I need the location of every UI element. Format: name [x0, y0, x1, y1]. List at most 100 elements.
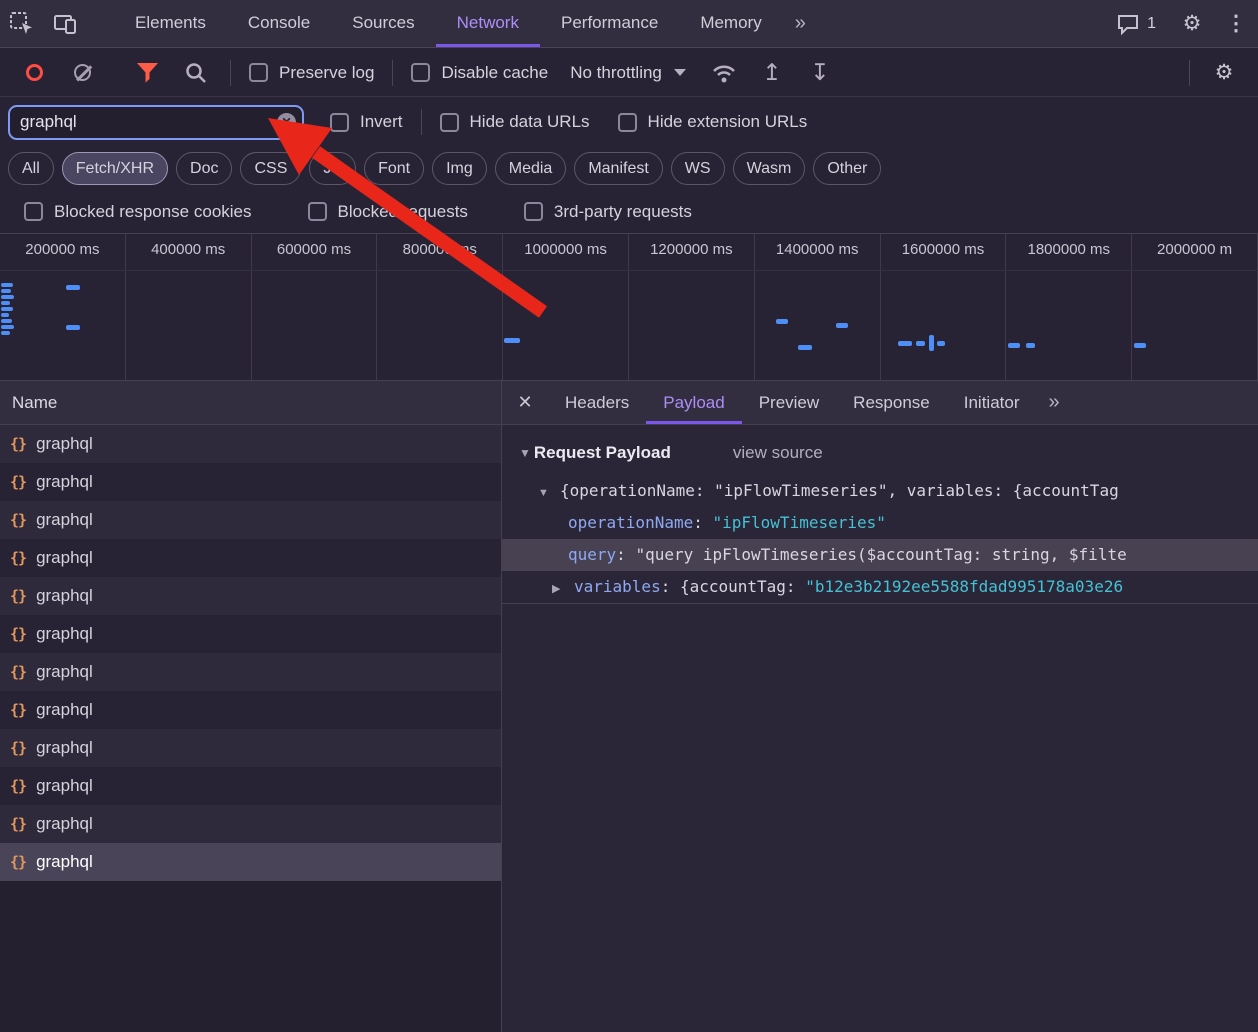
- search-icon: [184, 61, 208, 85]
- filter-chip-js[interactable]: JS: [309, 152, 356, 185]
- tab-performance[interactable]: Performance: [540, 0, 679, 47]
- network-conditions-button[interactable]: [700, 49, 748, 97]
- filter-chip-media[interactable]: Media: [495, 152, 567, 185]
- more-tabs-icon[interactable]: »: [783, 12, 818, 35]
- details-panel: ✕ HeadersPayloadPreviewResponseInitiator…: [502, 381, 1258, 1032]
- filter-chip-font[interactable]: Font: [364, 152, 424, 185]
- kebab-menu-icon[interactable]: ⋮: [1214, 0, 1258, 48]
- tab-console[interactable]: Console: [227, 0, 331, 47]
- tab-elements[interactable]: Elements: [114, 0, 227, 47]
- request-name: graphql: [36, 510, 93, 530]
- record-button[interactable]: [10, 49, 58, 97]
- details-tab-payload[interactable]: Payload: [646, 381, 741, 424]
- blocked-response-cookies-checkbox[interactable]: [24, 202, 43, 221]
- inspect-element-button[interactable]: [0, 0, 44, 48]
- request-row[interactable]: {}graphql: [0, 615, 501, 653]
- payload-tree-row[interactable]: query: "query ipFlowTimeseries($accountT…: [502, 539, 1258, 571]
- hide-data-urls-label: Hide data URLs: [470, 112, 590, 132]
- filter-chip-fetch-xhr[interactable]: Fetch/XHR: [62, 152, 168, 185]
- request-bar: [776, 319, 788, 324]
- request-bar: [1026, 343, 1035, 348]
- invert-checkbox[interactable]: [330, 113, 349, 132]
- disable-cache-checkbox[interactable]: [411, 63, 430, 82]
- request-row[interactable]: {}graphql: [0, 843, 501, 881]
- request-bar: [916, 341, 925, 346]
- filter-input[interactable]: [8, 105, 304, 140]
- details-tab-headers[interactable]: Headers: [548, 381, 646, 424]
- settings-gear-icon[interactable]: ⚙: [1170, 0, 1214, 48]
- filter-chip-css[interactable]: CSS: [240, 152, 301, 185]
- search-button[interactable]: [172, 49, 220, 97]
- details-more-tabs-icon[interactable]: »: [1036, 381, 1071, 424]
- issues-button[interactable]: 1: [1116, 12, 1156, 36]
- name-column-header[interactable]: Name: [0, 381, 501, 425]
- request-row[interactable]: {}graphql: [0, 501, 501, 539]
- request-name: graphql: [36, 624, 93, 644]
- collapse-triangle-icon[interactable]: ▼: [519, 446, 531, 460]
- hide-extension-urls-label: Hide extension URLs: [648, 112, 808, 132]
- tab-network[interactable]: Network: [436, 0, 540, 47]
- divider: [230, 60, 231, 86]
- disable-cache-toggle[interactable]: Disable cache: [411, 63, 548, 83]
- issues-count: 1: [1147, 15, 1156, 33]
- filter-chip-doc[interactable]: Doc: [176, 152, 232, 185]
- request-row[interactable]: {}graphql: [0, 577, 501, 615]
- record-icon: [26, 64, 43, 81]
- filter-chip-other[interactable]: Other: [813, 152, 881, 185]
- preserve-log-toggle[interactable]: Preserve log: [249, 63, 374, 83]
- request-bar: [1008, 343, 1020, 348]
- payload-tree-row[interactable]: ▼{operationName: "ipFlowTimeseries", var…: [502, 475, 1258, 507]
- request-bar: [1, 313, 9, 317]
- details-tab-preview[interactable]: Preview: [742, 381, 836, 424]
- hide-extension-urls-checkbox[interactable]: [618, 113, 637, 132]
- disclosure-triangle[interactable]: ▶: [552, 573, 574, 603]
- clear-button[interactable]: [58, 49, 106, 97]
- network-settings-gear-icon[interactable]: ⚙: [1200, 49, 1248, 97]
- filter-chip-wasm[interactable]: Wasm: [733, 152, 806, 185]
- request-row[interactable]: {}graphql: [0, 463, 501, 501]
- request-bar: [1, 295, 14, 299]
- disclosure-triangle[interactable]: ▼: [538, 477, 560, 507]
- timeline-overview[interactable]: 200000 ms400000 ms600000 ms800000 ms1000…: [0, 233, 1258, 381]
- view-source-link[interactable]: view source: [733, 443, 823, 463]
- request-row[interactable]: {}graphql: [0, 425, 501, 463]
- payload-text: :: [616, 545, 635, 564]
- tab-sources[interactable]: Sources: [331, 0, 435, 47]
- hide-data-urls-checkbox[interactable]: [440, 113, 459, 132]
- request-row[interactable]: {}graphql: [0, 691, 501, 729]
- blocked-requests-toggle[interactable]: Blocked requests: [308, 202, 468, 222]
- filter-chip-ws[interactable]: WS: [671, 152, 725, 185]
- preserve-log-checkbox[interactable]: [249, 63, 268, 82]
- blocked-requests-checkbox[interactable]: [308, 202, 327, 221]
- close-details-icon[interactable]: ✕: [502, 381, 548, 424]
- clear-filter-icon[interactable]: ✕: [277, 113, 296, 132]
- filter-chip-img[interactable]: Img: [432, 152, 487, 185]
- filter-chip-all[interactable]: All: [8, 152, 54, 185]
- request-list: {}graphql{}graphql{}graphql{}graphql{}gr…: [0, 425, 501, 881]
- filter-chip-manifest[interactable]: Manifest: [574, 152, 662, 185]
- 3rd-party-requests-checkbox[interactable]: [524, 202, 543, 221]
- request-row[interactable]: {}graphql: [0, 729, 501, 767]
- request-name: graphql: [36, 852, 93, 872]
- json-braces-icon: {}: [10, 587, 26, 605]
- device-toolbar-button[interactable]: [44, 0, 88, 48]
- throttling-select[interactable]: No throttling: [570, 63, 686, 83]
- payload-tree-row[interactable]: operationName: "ipFlowTimeseries": [502, 507, 1258, 539]
- details-tab-initiator[interactable]: Initiator: [947, 381, 1037, 424]
- request-row[interactable]: {}graphql: [0, 539, 501, 577]
- request-row[interactable]: {}graphql: [0, 767, 501, 805]
- details-tab-response[interactable]: Response: [836, 381, 947, 424]
- blocked-response-cookies-toggle[interactable]: Blocked response cookies: [24, 202, 252, 222]
- hide-data-urls-toggle[interactable]: Hide data URLs: [440, 112, 590, 132]
- tab-memory[interactable]: Memory: [679, 0, 782, 47]
- export-har-icon[interactable]: ↧: [796, 49, 844, 97]
- filter-button[interactable]: [124, 49, 172, 97]
- 3rd-party-requests-toggle[interactable]: 3rd-party requests: [524, 202, 692, 222]
- request-name: graphql: [36, 738, 93, 758]
- payload-tree-row[interactable]: ▶variables: {accountTag: "b12e3b2192ee55…: [502, 571, 1258, 603]
- invert-toggle[interactable]: Invert: [330, 112, 403, 132]
- request-row[interactable]: {}graphql: [0, 653, 501, 691]
- hide-extension-urls-toggle[interactable]: Hide extension URLs: [618, 112, 808, 132]
- request-row[interactable]: {}graphql: [0, 805, 501, 843]
- import-har-icon[interactable]: ↥: [748, 49, 796, 97]
